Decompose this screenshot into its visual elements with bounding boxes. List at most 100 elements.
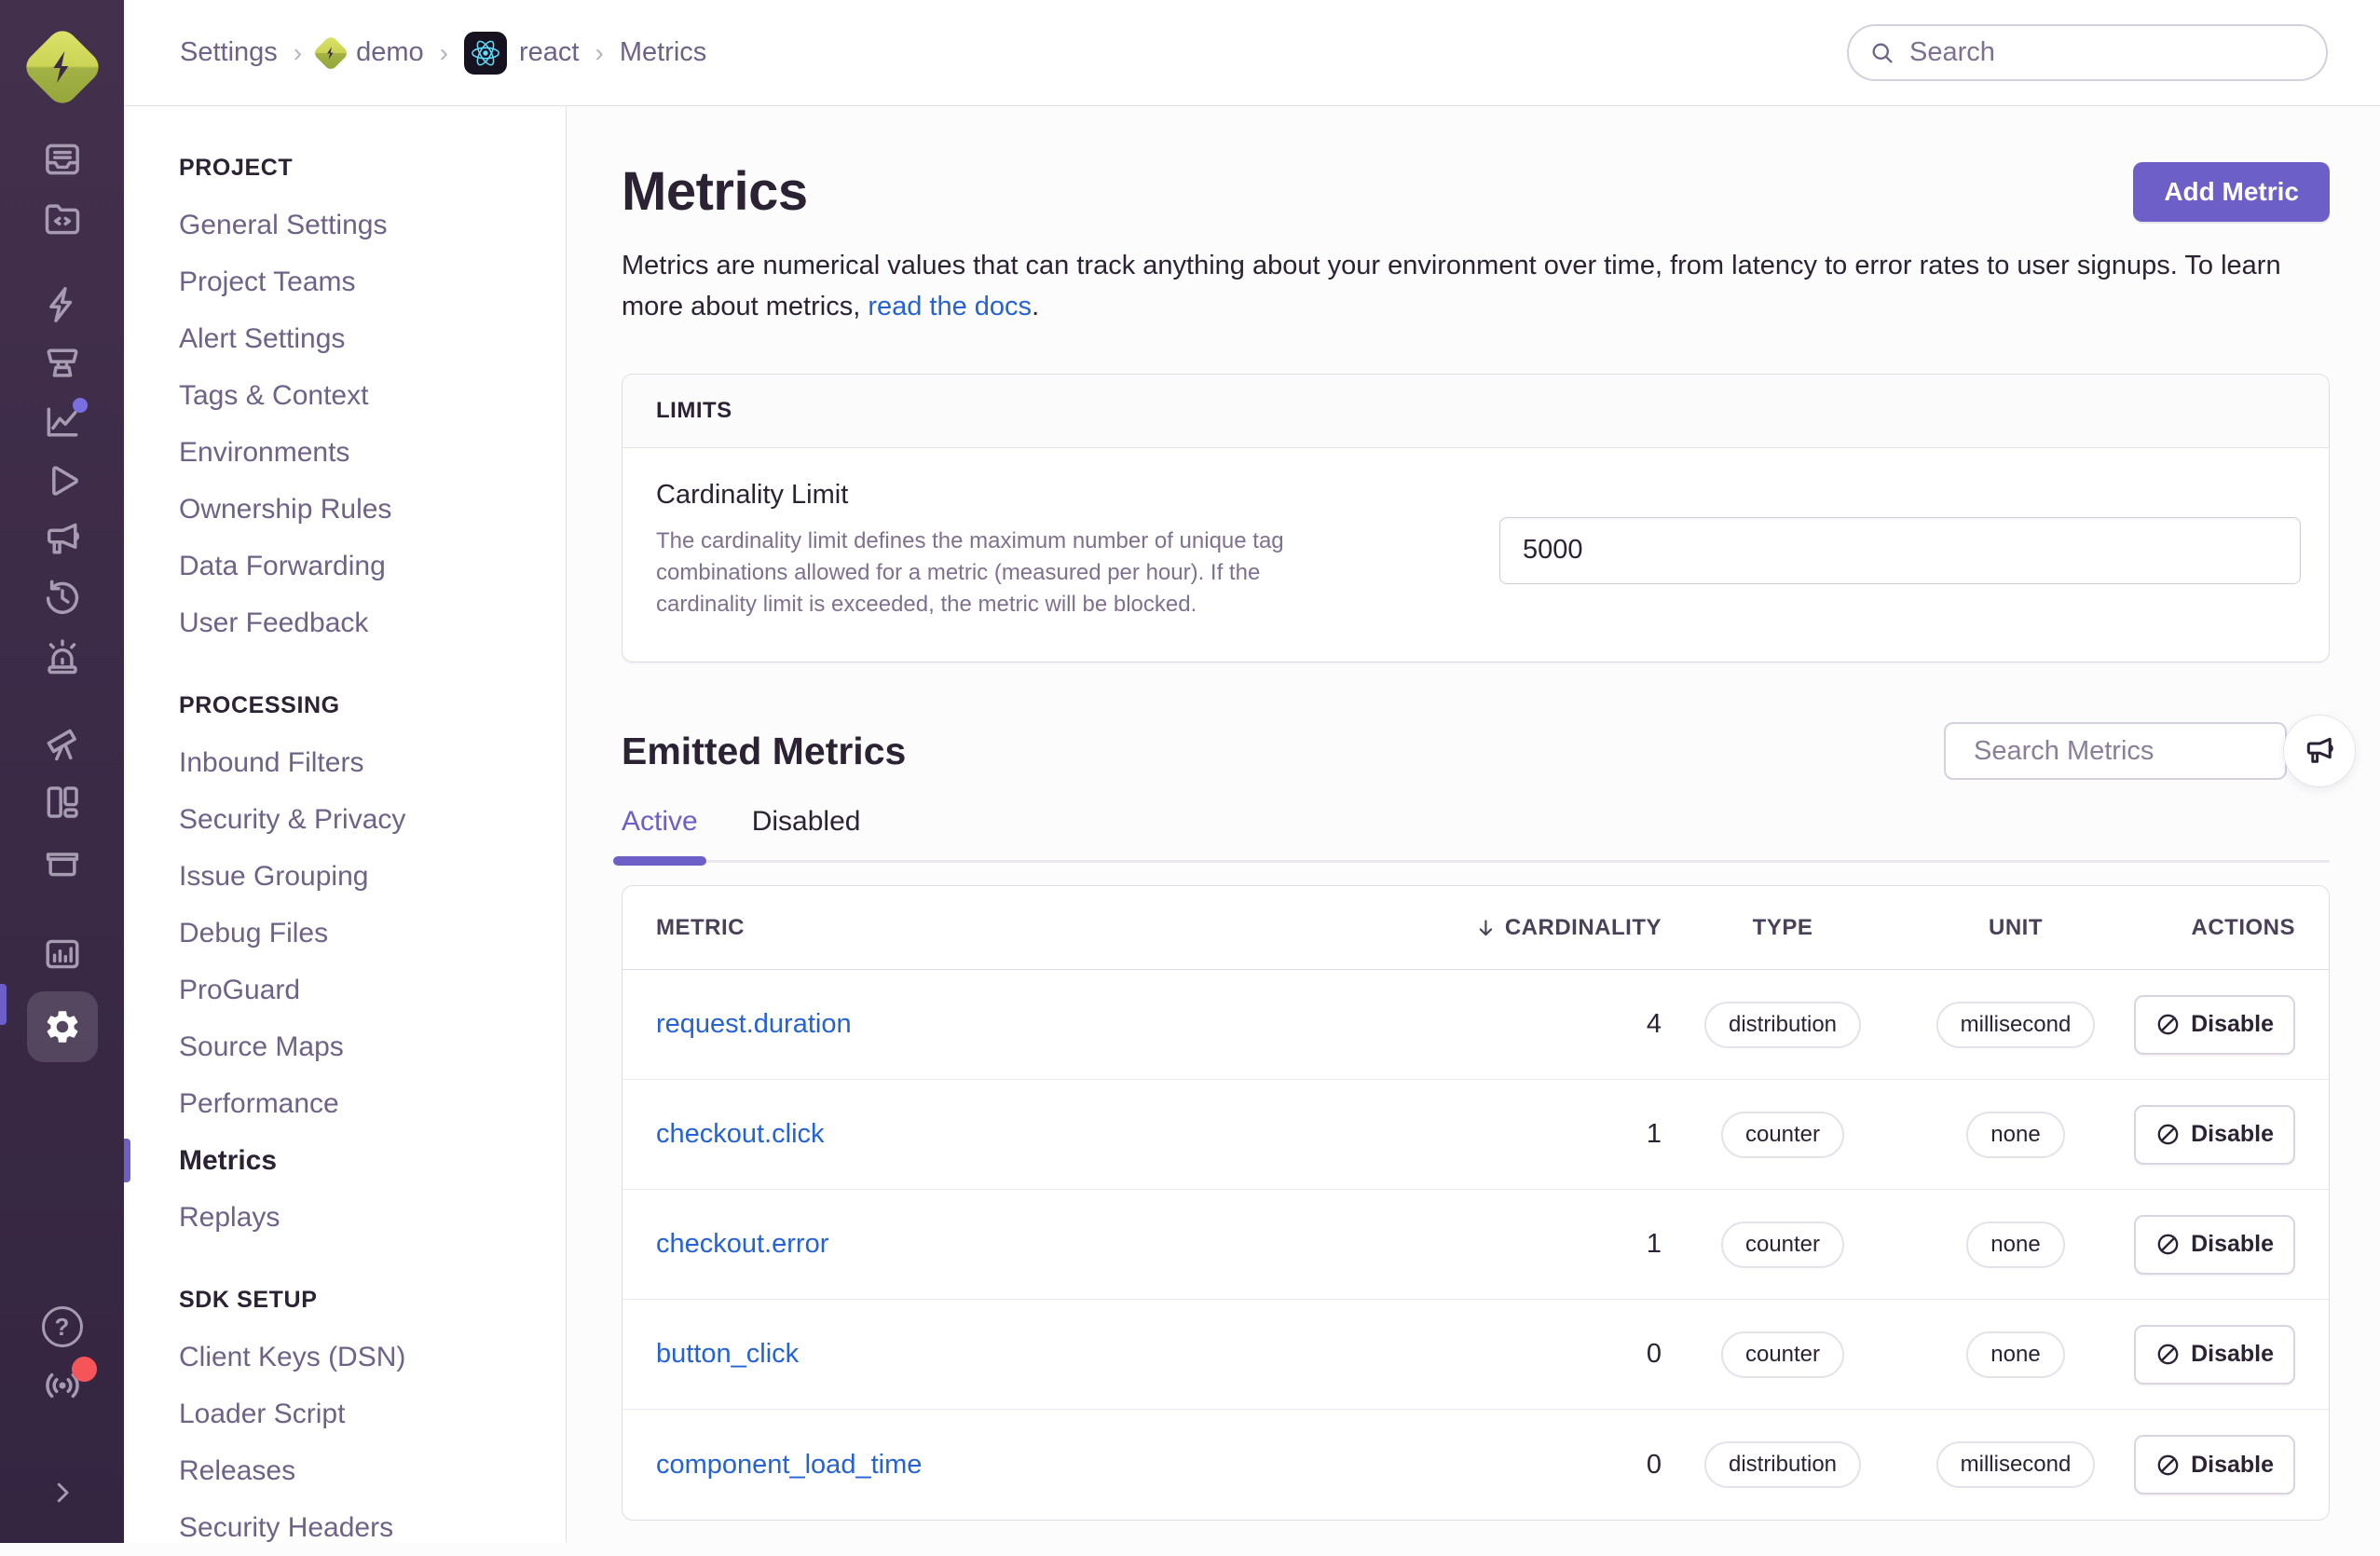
nav-item-environments[interactable]: Environments: [179, 424, 566, 481]
nav-item-issue-grouping[interactable]: Issue Grouping: [179, 848, 566, 905]
discover-telescope-icon[interactable]: [41, 722, 84, 765]
sentry-logo[interactable]: [20, 24, 105, 110]
settings-gear-icon[interactable]: [26, 991, 98, 1062]
replays-play-icon[interactable]: [41, 459, 84, 502]
read-the-docs-link[interactable]: read the docs: [868, 292, 1032, 321]
metrics-search: [1944, 722, 2325, 780]
explore-projector-icon[interactable]: [41, 342, 84, 385]
nav-item-ownership-rules[interactable]: Ownership Rules: [179, 481, 566, 538]
metric-link[interactable]: component_load_time: [656, 1450, 922, 1480]
nav-item-general-settings[interactable]: General Settings: [179, 197, 566, 253]
tab-active[interactable]: Active: [613, 806, 706, 866]
react-logo-icon: [464, 31, 507, 75]
body-row: PROJECT General Settings Project Teams A…: [124, 106, 2380, 1543]
col-header-actions: ACTIONS: [2191, 914, 2295, 940]
breadcrumb-settings[interactable]: Settings: [180, 37, 278, 68]
unit-badge: none: [1966, 1221, 2065, 1268]
table-row: checkout.click 1 counter none Disable: [622, 1080, 2329, 1190]
nav-item-data-forwarding[interactable]: Data Forwarding: [179, 538, 566, 594]
feedback-megaphone-icon[interactable]: [41, 518, 84, 561]
nav-item-project-teams[interactable]: Project Teams: [179, 253, 566, 310]
table-row: request.duration 4 distribution millisec…: [622, 970, 2329, 1080]
main-content: Metrics Add Metric Metrics are numerical…: [567, 106, 2380, 1543]
insights-chart-icon[interactable]: [41, 398, 88, 444]
breadcrumb-separator-icon: [440, 38, 448, 68]
add-metric-button[interactable]: Add Metric: [2133, 161, 2330, 222]
col-header-cardinality-label: CARDINALITY: [1504, 914, 1662, 940]
disable-slash-icon: [2157, 1014, 2179, 1035]
metric-link[interactable]: checkout.click: [656, 1119, 825, 1149]
breadcrumb-project-label: react: [519, 37, 580, 67]
breadcrumb-project-react[interactable]: react: [464, 31, 580, 75]
crons-box-icon[interactable]: [41, 839, 84, 882]
breadcrumb-settings-label: Settings: [180, 37, 278, 67]
settings-nav: PROJECT General Settings Project Teams A…: [124, 106, 567, 1543]
help-icon[interactable]: [41, 1305, 84, 1348]
breadcrumb-separator-icon: [294, 38, 302, 68]
metric-link[interactable]: checkout.error: [656, 1229, 828, 1259]
nav-item-user-feedback[interactable]: User Feedback: [179, 594, 566, 651]
metric-link[interactable]: request.duration: [656, 1009, 852, 1039]
cardinality-value: 0: [1646, 1339, 1662, 1369]
nav-section-heading-processing: PROCESSING: [179, 692, 340, 718]
nav-item-metrics[interactable]: Metrics: [124, 1132, 566, 1189]
nav-section-heading-sdk-setup: SDK SETUP: [179, 1287, 318, 1313]
disable-slash-icon: [2157, 1234, 2179, 1255]
nav-item-proguard[interactable]: ProGuard: [179, 962, 566, 1018]
feedback-megaphone-icon: [2306, 737, 2333, 763]
nav-item-client-keys[interactable]: Client Keys (DSN): [179, 1329, 566, 1385]
metrics-search-input[interactable]: [1974, 735, 2325, 767]
nav-item-debug-files[interactable]: Debug Files: [179, 905, 566, 962]
nav-item-security-headers[interactable]: Security Headers: [179, 1499, 566, 1556]
type-badge: counter: [1720, 1111, 1845, 1158]
nav-item-tags-context[interactable]: Tags & Context: [179, 367, 566, 424]
breadcrumb-separator-icon: [595, 38, 603, 68]
col-header-metric: METRIC: [656, 914, 745, 940]
limits-panel: LIMITS Cardinality Limit The cardinality…: [622, 374, 2330, 662]
sort-arrow-down-icon: [1479, 919, 1493, 935]
description-period: .: [1032, 292, 1040, 321]
col-header-cardinality[interactable]: CARDINALITY: [1475, 915, 1662, 941]
tab-disabled[interactable]: Disabled: [752, 806, 861, 860]
disable-button[interactable]: Disable: [2134, 994, 2295, 1055]
metric-link[interactable]: button_click: [656, 1339, 799, 1369]
disable-button[interactable]: Disable: [2134, 1214, 2295, 1275]
issues-icon[interactable]: [41, 138, 84, 181]
nav-item-releases[interactable]: Releases: [179, 1442, 566, 1499]
nav-item-source-maps[interactable]: Source Maps: [179, 1018, 566, 1075]
cardinality-limit-label: Cardinality Limit: [656, 480, 849, 510]
disable-button[interactable]: Disable: [2134, 1324, 2295, 1385]
projects-icon[interactable]: [41, 197, 84, 239]
disable-slash-icon: [2157, 1454, 2179, 1475]
cardinality-limit-input[interactable]: [1499, 516, 2301, 584]
unit-badge: millisecond: [1935, 1441, 2096, 1488]
insights-notification-dot: [72, 398, 88, 413]
nav-item-loader-script[interactable]: Loader Script: [179, 1385, 566, 1442]
app-root: Settings demo: [0, 0, 2380, 1543]
nav-section-heading-project: PROJECT: [179, 155, 294, 181]
collapse-chevron-icon[interactable]: [41, 1471, 84, 1514]
alerts-siren-icon[interactable]: [41, 635, 84, 678]
performance-lightning-icon[interactable]: [41, 283, 84, 326]
rail-bottom-group: [41, 1305, 97, 1543]
whats-new-broadcast-icon[interactable]: [41, 1357, 97, 1407]
whats-new-notification-dot: [71, 1357, 97, 1382]
history-clock-icon[interactable]: [41, 577, 84, 620]
feedback-fab-button[interactable]: [2283, 715, 2356, 787]
disable-button[interactable]: Disable: [2134, 1104, 2295, 1165]
org-avatar-icon: [312, 34, 349, 72]
nav-item-replays[interactable]: Replays: [179, 1189, 566, 1246]
nav-item-inbound-filters[interactable]: Inbound Filters: [179, 734, 566, 791]
breadcrumb-org-demo[interactable]: demo: [312, 34, 424, 72]
col-header-unit: UNIT: [1989, 914, 2043, 940]
nav-item-performance[interactable]: Performance: [179, 1075, 566, 1132]
disable-button-label: Disable: [2191, 1451, 2274, 1478]
type-badge: counter: [1720, 1221, 1845, 1268]
nav-item-alert-settings[interactable]: Alert Settings: [179, 310, 566, 367]
dashboards-layout-icon[interactable]: [41, 781, 84, 824]
global-search-input[interactable]: [1909, 37, 2305, 68]
nav-item-security-privacy[interactable]: Security & Privacy: [179, 791, 566, 848]
stats-bars-icon[interactable]: [41, 933, 84, 976]
disable-button[interactable]: Disable: [2134, 1435, 2295, 1495]
sentry-logo-icon: [20, 24, 104, 110]
